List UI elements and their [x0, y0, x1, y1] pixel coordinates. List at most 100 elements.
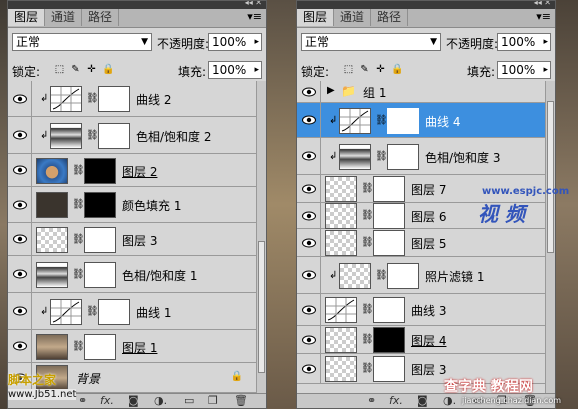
- visibility-eye-icon[interactable]: [8, 187, 32, 222]
- tab-layers[interactable]: 图层: [8, 9, 46, 26]
- panel-menu-icon[interactable]: ▾≡: [536, 10, 551, 23]
- visibility-eye-icon[interactable]: [297, 81, 321, 102]
- layer-mask-thumbnail[interactable]: [84, 158, 116, 184]
- mask-link-icon[interactable]: ⛓: [361, 183, 374, 194]
- layer-mask-thumbnail[interactable]: [98, 123, 130, 149]
- link-layers-icon[interactable]: ⚭: [367, 394, 376, 408]
- layer-row[interactable]: ↲ ⛓ 曲线 1: [8, 293, 257, 330]
- visibility-eye-icon[interactable]: [297, 138, 321, 174]
- tab-paths[interactable]: 路径: [371, 9, 409, 26]
- layer-row[interactable]: ↲ ⛓ 色相/饱和度 2: [8, 117, 257, 154]
- mask-link-icon[interactable]: ⛓: [375, 270, 388, 281]
- visibility-eye-icon[interactable]: [297, 354, 321, 383]
- lock-move-icon[interactable]: ✛: [86, 64, 97, 75]
- layer-mask-thumbnail[interactable]: [373, 176, 405, 202]
- lock-brush-icon[interactable]: ✎: [359, 64, 370, 75]
- layer-mask-thumbnail[interactable]: [98, 299, 130, 325]
- visibility-eye-icon[interactable]: [297, 103, 321, 137]
- layer-mask-thumbnail[interactable]: [373, 203, 405, 229]
- layer-row[interactable]: ▶ 📁 组 1: [297, 81, 546, 103]
- lock-all-icon[interactable]: 🔒: [391, 64, 403, 75]
- visibility-eye-icon[interactable]: [8, 256, 32, 292]
- visibility-eye-icon[interactable]: [8, 154, 32, 186]
- layer-mask-thumbnail[interactable]: [373, 230, 405, 256]
- mask-link-icon[interactable]: ⛓: [361, 210, 374, 221]
- layer-row[interactable]: ⛓ 图层 1: [8, 330, 257, 363]
- layer-mask-thumbnail[interactable]: [387, 108, 419, 134]
- trash-icon[interactable]: 🗑: [234, 394, 248, 408]
- mask-link-icon[interactable]: ⛓: [86, 306, 99, 317]
- tab-paths[interactable]: 路径: [82, 9, 120, 26]
- layer-list-scrollbar[interactable]: [545, 81, 555, 393]
- scroll-thumb[interactable]: [547, 101, 554, 253]
- visibility-eye-icon[interactable]: [8, 81, 32, 116]
- layer-mask-thumbnail[interactable]: [373, 297, 405, 323]
- visibility-eye-icon[interactable]: [297, 203, 321, 228]
- layer-row[interactable]: ↲ ⛓ 照片滤镜 1: [297, 257, 546, 294]
- layer-row[interactable]: ⛓ 图层 4: [297, 326, 546, 354]
- link-layers-icon[interactable]: ⚭: [78, 394, 87, 408]
- mask-link-icon[interactable]: ⛓: [72, 165, 85, 176]
- scroll-thumb[interactable]: [258, 241, 265, 373]
- panel-menu-icon[interactable]: ▾≡: [247, 10, 262, 23]
- opacity-input[interactable]: 100% ▸: [497, 33, 551, 51]
- mask-link-icon[interactable]: ⛓: [72, 341, 85, 352]
- mask-link-icon[interactable]: ⛓: [86, 130, 99, 141]
- fx-icon[interactable]: fx.: [389, 394, 403, 408]
- lock-all-icon[interactable]: 🔒: [102, 64, 114, 75]
- collapse-icon[interactable]: ◂◂ ✕: [534, 1, 551, 7]
- layer-row[interactable]: ⛓ 颜色填充 1: [8, 187, 257, 223]
- visibility-eye-icon[interactable]: [297, 175, 321, 202]
- layer-row[interactable]: ⛓ 图层 5: [297, 229, 546, 257]
- visibility-eye-icon[interactable]: [8, 223, 32, 255]
- layer-row[interactable]: ⛓ 曲线 3: [297, 294, 546, 326]
- visibility-eye-icon[interactable]: [297, 294, 321, 325]
- mask-link-icon[interactable]: ⛓: [375, 151, 388, 162]
- layer-row[interactable]: ↲ ⛓ 曲线 2: [8, 81, 257, 117]
- visibility-eye-icon[interactable]: [8, 117, 32, 153]
- layer-mask-thumbnail[interactable]: [373, 356, 405, 382]
- group-icon[interactable]: ▭: [184, 394, 194, 408]
- layer-mask-thumbnail[interactable]: [84, 262, 116, 288]
- adjustment-layer-icon[interactable]: ◑.: [443, 394, 456, 408]
- fx-icon[interactable]: fx.: [100, 394, 114, 408]
- layer-mask-thumbnail[interactable]: [387, 144, 419, 170]
- tab-channels[interactable]: 通道: [334, 9, 372, 26]
- visibility-eye-icon[interactable]: [297, 229, 321, 256]
- mask-link-icon[interactable]: ⛓: [72, 234, 85, 245]
- lock-transparent-icon[interactable]: ⬚: [343, 64, 354, 75]
- layer-row[interactable]: ⛓ 色相/饱和度 1: [8, 256, 257, 293]
- mask-link-icon[interactable]: ⛓: [86, 93, 99, 104]
- mask-link-icon[interactable]: ⛓: [72, 269, 85, 280]
- mask-link-icon[interactable]: ⛓: [361, 363, 374, 374]
- collapse-icon[interactable]: ◂◂ ✕: [245, 1, 262, 7]
- visibility-eye-icon[interactable]: [297, 257, 321, 293]
- tab-channels[interactable]: 通道: [45, 9, 83, 26]
- layer-mask-thumbnail[interactable]: [373, 327, 405, 353]
- lock-brush-icon[interactable]: ✎: [70, 64, 81, 75]
- visibility-eye-icon[interactable]: [297, 326, 321, 353]
- visibility-eye-icon[interactable]: [8, 330, 32, 362]
- layer-mask-thumbnail[interactable]: [84, 334, 116, 360]
- layer-mask-thumbnail[interactable]: [84, 227, 116, 253]
- expand-group-icon[interactable]: ▶: [327, 85, 335, 96]
- adjustment-layer-icon[interactable]: ◑.: [154, 394, 167, 408]
- opacity-input[interactable]: 100% ▸: [208, 33, 262, 51]
- mask-link-icon[interactable]: ⛓: [361, 304, 374, 315]
- mask-link-icon[interactable]: ⛓: [72, 199, 85, 210]
- mask-link-icon[interactable]: ⛓: [361, 237, 374, 248]
- blend-mode-select[interactable]: 正常 ▼: [12, 33, 152, 51]
- layer-list-scrollbar[interactable]: [256, 81, 266, 393]
- mask-link-icon[interactable]: ⛓: [361, 334, 374, 345]
- blend-mode-select[interactable]: 正常 ▼: [301, 33, 441, 51]
- add-mask-icon[interactable]: ◙: [417, 394, 428, 408]
- new-layer-icon[interactable]: ❐: [208, 394, 218, 408]
- visibility-eye-icon[interactable]: [8, 293, 32, 329]
- layer-row[interactable]: ↲ ⛓ 曲线 4: [297, 103, 546, 138]
- lock-transparent-icon[interactable]: ⬚: [54, 64, 65, 75]
- layer-row[interactable]: ↲ ⛓ 色相/饱和度 3: [297, 138, 546, 175]
- layer-mask-thumbnail[interactable]: [84, 192, 116, 218]
- fill-input[interactable]: 100% ▸: [208, 61, 262, 79]
- add-mask-icon[interactable]: ◙: [128, 394, 139, 408]
- layer-row[interactable]: ⛓ 图层 2: [8, 154, 257, 187]
